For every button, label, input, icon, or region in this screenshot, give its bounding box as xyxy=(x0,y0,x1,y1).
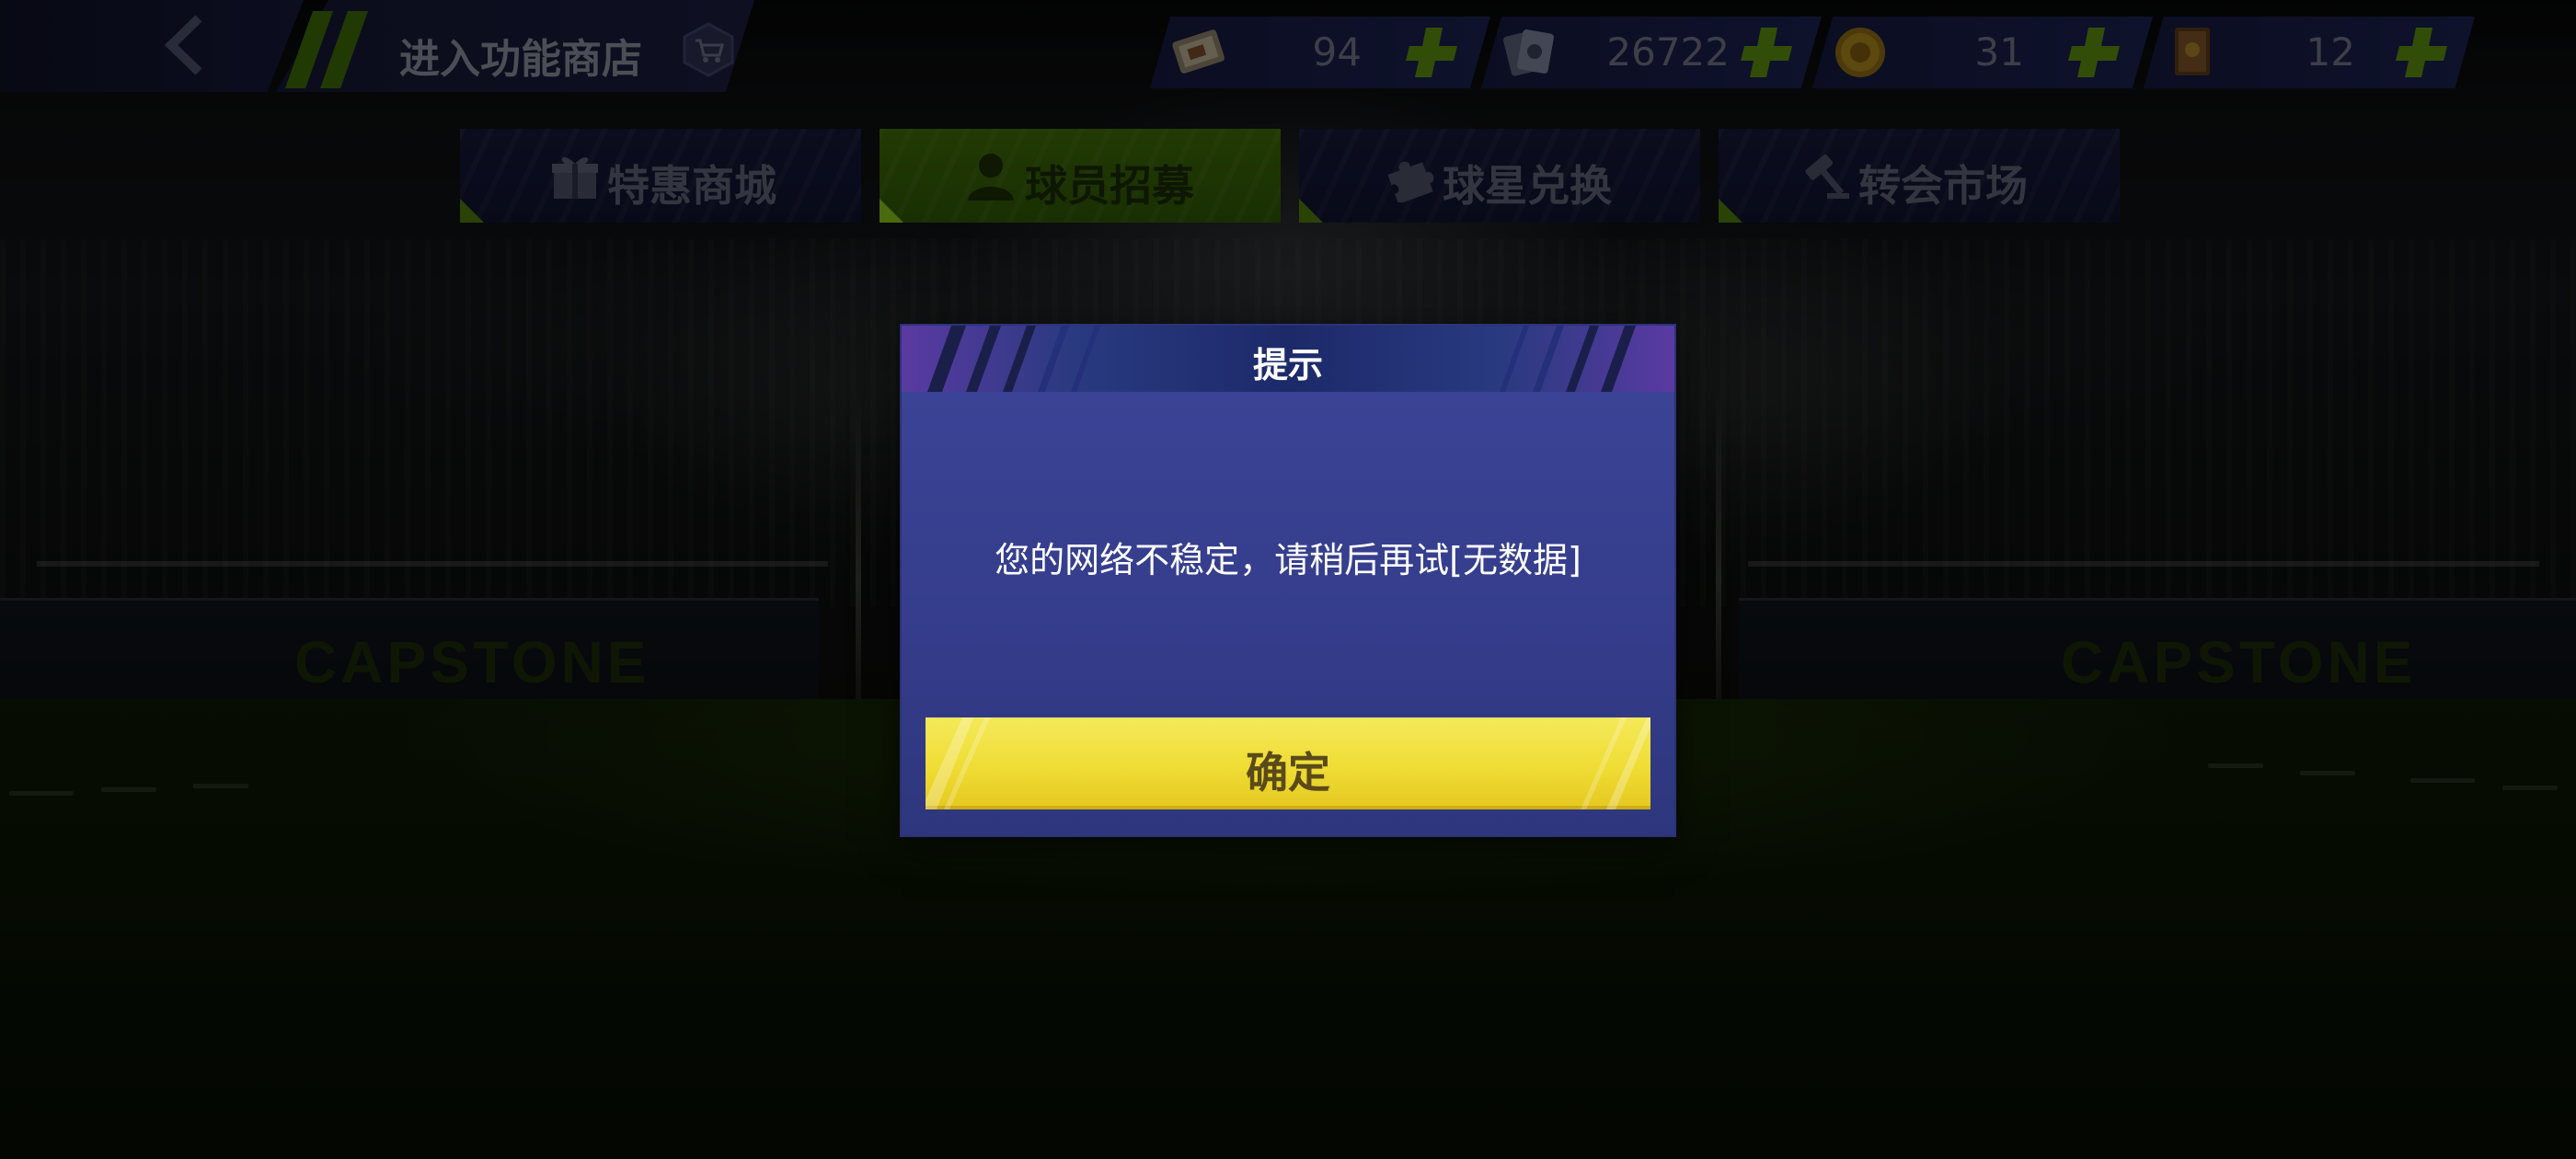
dialog-header: 提示 xyxy=(902,326,1674,392)
alert-dialog: 提示 您的网络不稳定，请稍后再试[无数据] 确定 xyxy=(902,326,1674,835)
dialog-message: 您的网络不稳定，请稍后再试[无数据] xyxy=(995,540,1581,580)
dialog-body: 您的网络不稳定，请稍后再试[无数据] 确定 xyxy=(902,392,1674,835)
confirm-button-label: 确定 xyxy=(1246,748,1330,798)
confirm-button[interactable]: 确定 xyxy=(926,717,1650,809)
dialog-title: 提示 xyxy=(1252,345,1323,385)
